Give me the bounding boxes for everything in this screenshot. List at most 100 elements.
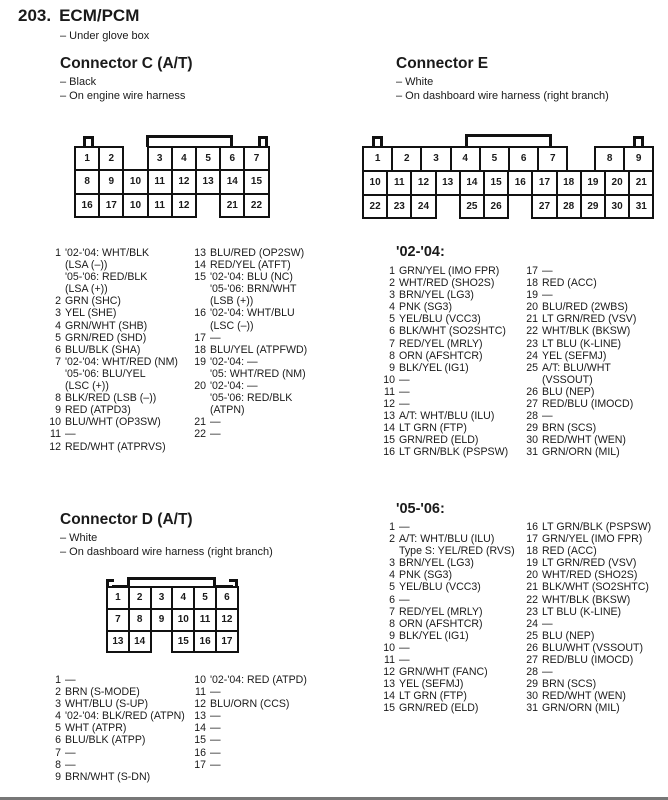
connector-pin-cell: 6 — [508, 146, 540, 172]
pin-wire-description: — — [210, 428, 221, 441]
pin-number: 13 — [383, 410, 395, 423]
pin-number: 16 — [383, 446, 395, 459]
pin-number: 14 — [194, 722, 206, 735]
pin-entry: 11 — — [194, 686, 344, 698]
connector-pin-cell: 19 — [579, 169, 606, 196]
connector-pin-cell: 28 — [555, 193, 582, 220]
pin-wire-description: BLU (NEP) — [542, 629, 595, 642]
pin-number: 12 — [383, 398, 395, 411]
connector-pin-cell: 16 — [507, 169, 534, 196]
pin-number: 8 — [55, 392, 61, 405]
pin-entry: 15 GRN/RED (ELD) — [383, 434, 528, 446]
pin-entry: 15 — — [194, 734, 344, 746]
pin-entry: 8— — [49, 759, 194, 771]
connector-e-0506-pin-list-1: 1—2 A/T: WHT/BLU (ILU) Type S: YEL/RED (RV… — [383, 521, 528, 715]
pin-entry: 16 — — [194, 747, 344, 759]
connector-c-color-note: – Black — [60, 76, 97, 88]
pin-entry: 2 A/T: WHT/BLU (ILU) Type S: YEL/RED (RVS) — [383, 533, 528, 557]
pin-wire-description: — — [210, 722, 221, 735]
pin-wire-description: BRN (S-MODE) — [65, 686, 140, 699]
connector-pin-cell: 21 — [628, 169, 655, 196]
pin-entry: 31 GRN/ORN (MIL) — [526, 702, 666, 714]
pin-wire-description: '02-'04: BLU (NC) — [210, 271, 293, 284]
connector-pin-cell: 20 — [604, 169, 631, 196]
pin-entry: 12 — — [383, 398, 528, 410]
pin-entry: 27 RED/BLU (IMOCD) — [526, 654, 666, 666]
connector-pin-cell: 10 — [122, 192, 149, 218]
pin-number: 1 — [55, 674, 61, 686]
pin-wire-description-continued: (LSC (–)) — [210, 319, 254, 332]
pin-wire-description: BRN/WHT (S-DN) — [65, 770, 151, 783]
connector-pin-cell: 21 — [219, 192, 246, 218]
pin-wire-description: — — [210, 710, 221, 723]
pin-wire-description: GRN/WHT (FANC) — [399, 666, 488, 679]
pin-wire-description: GRN/ORN (MIL) — [542, 702, 620, 715]
connector-c-title: Connector C (A/T) — [60, 55, 193, 72]
connector-housing-outline — [106, 579, 114, 582]
pin-wire-description: BLU/RED (OP2SW) — [210, 247, 305, 259]
pin-wire-description: WHT/BLK (BKSW) — [542, 593, 631, 606]
pin-number: 9 — [55, 770, 61, 783]
pin-number: 21 — [526, 313, 538, 326]
pin-wire-description: BLU/YEL (ATPFWD) — [210, 343, 308, 356]
connector-pin-cell: 13 — [106, 629, 130, 654]
pin-entry: 20 '02-'04: — '05-'06: RED/BLK (ATPN) — [194, 380, 344, 416]
pin-number: 18 — [526, 277, 538, 290]
connector-e-color-note: – White — [396, 76, 434, 88]
pin-number: 19 — [194, 355, 206, 368]
connector-housing-outline — [230, 135, 233, 146]
connector-d-pin-list-1: 1—2 BRN (S-MODE) 3 WHT/BLU (S-UP) 4'02-'04: … — [49, 674, 194, 783]
connector-pin-cell: 31 — [628, 193, 655, 220]
connector-housing-outline — [265, 136, 268, 147]
pin-wire-description: BLK/WHT (SO2SHTC) — [542, 581, 649, 594]
pin-entry: 18 BLU/YEL (ATPFWD) — [194, 344, 344, 356]
connector-pin-cell: 5 — [195, 146, 222, 172]
pin-wire-description: RED (ATPD3) — [65, 404, 131, 417]
connector-housing-outline — [146, 135, 232, 138]
connector-pin-cell: 22 — [362, 193, 389, 220]
pin-entry: 5 YEL/BLU (VCC3) — [383, 313, 528, 325]
pin-wire-description: PNK (SG3) — [399, 569, 452, 582]
pin-number: 4 — [55, 710, 61, 723]
pin-number: 7 — [55, 746, 61, 759]
pin-entry: 1— — [383, 521, 528, 533]
connector-pin-cell: 14 — [458, 169, 485, 196]
pin-entry: 6 BLK/WHT (SO2SHTC) — [383, 325, 528, 337]
pin-number: 4 — [389, 301, 395, 314]
pin-wire-description: GRN/ORN (MIL) — [542, 446, 620, 459]
pin-wire-description: RED/BLU (IMOCD) — [542, 654, 634, 667]
pin-number: 25 — [526, 629, 538, 642]
pin-entry: 17 GRN/YEL (IMO FPR) — [526, 533, 666, 545]
pin-wire-description: '02-'04: WHT/BLU — [210, 307, 295, 320]
connector-pin-cell: 12 — [170, 169, 197, 195]
pin-entry: 13 A/T: WHT/BLU (ILU) — [383, 410, 528, 422]
connector-pin-cell: 11 — [386, 169, 413, 196]
pin-number: 10 — [383, 641, 395, 654]
pin-wire-description-continued: (ATPN) — [210, 404, 245, 417]
connector-pin-cell: 10 — [122, 169, 149, 195]
pin-number: 1 — [55, 247, 61, 259]
connector-pin-cell: 3 — [149, 586, 174, 610]
connector-pin-cell: 7 — [243, 146, 270, 172]
pin-wire-description: '02-'04: WHT/BLK — [65, 247, 150, 259]
pin-entry: 17 — — [194, 332, 344, 344]
pin-entry: 11 — — [383, 386, 528, 398]
connector-housing-outline — [549, 134, 552, 147]
pin-number: 11 — [50, 428, 61, 441]
pin-entry: 20 BLU/RED (2WBS) — [526, 301, 666, 313]
pin-entry: 18 RED (ACC) — [526, 545, 666, 557]
pin-wire-description-continued: '05: WHT/RED (NM) — [210, 367, 306, 380]
pin-number: 3 — [389, 289, 395, 302]
connector-pin-cell: 2 — [98, 146, 125, 172]
pin-entry: 22 WHT/BLK (BKSW) — [526, 325, 666, 337]
pin-number: 10 — [194, 674, 206, 686]
connector-e-0506-title: '05-'06: — [396, 501, 445, 517]
pin-number: 2 — [55, 686, 61, 699]
pin-number: 15 — [383, 702, 395, 715]
pin-wire-description: YEL (SEFMJ) — [542, 349, 607, 362]
pin-wire-description: GRN/RED (ELD) — [399, 434, 479, 447]
pin-entry: 11 — — [383, 654, 528, 666]
pin-number: 18 — [194, 343, 206, 356]
pin-number: 1 — [389, 521, 395, 533]
connector-pin-cell: 5 — [478, 146, 510, 172]
